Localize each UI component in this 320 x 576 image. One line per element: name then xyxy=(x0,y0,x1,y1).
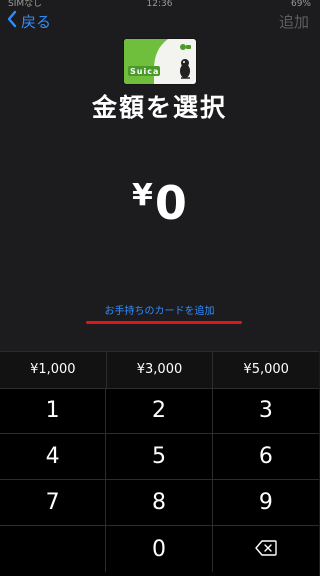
key-2[interactable]: 2 xyxy=(106,388,213,434)
key-8[interactable]: 8 xyxy=(106,480,213,526)
preset-5000-button[interactable]: ¥5,000 xyxy=(212,352,319,388)
key-9[interactable]: 9 xyxy=(212,480,319,526)
key-3[interactable]: 3 xyxy=(212,388,319,434)
key-6[interactable]: 6 xyxy=(212,434,319,480)
key-1[interactable]: 1 xyxy=(0,388,107,434)
add-button[interactable]: 追加 xyxy=(279,11,309,32)
back-label: 戻る xyxy=(21,12,52,31)
preset-3000-button[interactable]: ¥3,000 xyxy=(105,352,213,388)
key-0[interactable]: 0 xyxy=(106,526,213,572)
suica-card-image: Suica xyxy=(124,39,196,84)
chevron-left-icon xyxy=(6,10,21,32)
delete-key[interactable] xyxy=(213,526,319,572)
page-title: 金額を選択 xyxy=(91,93,227,122)
preset-amounts-row: ¥1,000 ¥3,000 ¥5,000 xyxy=(0,351,319,389)
suica-logo-text: Suica xyxy=(130,67,160,76)
key-4[interactable]: 4 xyxy=(0,434,107,480)
number-keys: 1 2 3 4 5 6 7 8 9 0 xyxy=(0,388,319,572)
highlight-underline xyxy=(86,321,242,324)
back-button[interactable]: 戻る xyxy=(6,10,51,32)
add-existing-card-link[interactable]: お手持ちのカードを追加 xyxy=(0,302,319,317)
amount-value: 0 xyxy=(154,176,187,230)
backspace-icon xyxy=(255,537,277,562)
nav-bar: 戻る 追加 xyxy=(0,8,319,32)
preset-1000-button[interactable]: ¥1,000 xyxy=(0,352,106,388)
key-7[interactable]: 7 xyxy=(0,480,107,526)
key-5[interactable]: 5 xyxy=(106,434,213,480)
currency-symbol: ¥ xyxy=(132,178,153,213)
key-blank xyxy=(0,526,107,572)
amount-display: ¥0 xyxy=(0,176,319,230)
keypad: ¥1,000 ¥3,000 ¥5,000 1 2 3 4 5 6 7 8 9 0 xyxy=(0,351,319,576)
